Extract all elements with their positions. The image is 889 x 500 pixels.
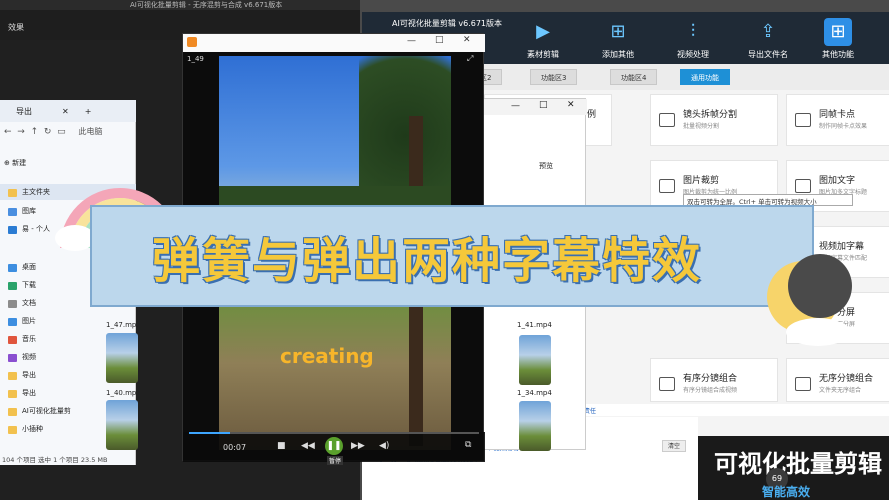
card-same-frame-beat[interactable]: 同帧卡点 制作同帧卡点效果	[786, 94, 889, 146]
minimize-icon[interactable]: —	[407, 36, 416, 46]
ordered-icon	[659, 377, 675, 391]
refresh-icon[interactable]: ↻	[44, 127, 52, 137]
player-titlebar: — □ ✕	[183, 34, 485, 52]
file-name: 1_47.mp4	[106, 321, 141, 329]
new-button[interactable]: ⊕ 新建	[4, 158, 26, 168]
video-filename: 1_49	[187, 55, 204, 63]
card-unordered-combine[interactable]: 无序分镜组合 文件夹无序组合	[786, 358, 889, 402]
moon-sticker	[767, 254, 852, 346]
address-bar[interactable]: 此电脑	[79, 127, 103, 136]
gallery-icon	[8, 208, 17, 216]
stop-icon[interactable]: ■	[277, 441, 286, 451]
download-icon	[8, 282, 17, 290]
apps-icon: ⊞	[824, 18, 852, 46]
close-icon[interactable]: ✕	[567, 100, 575, 110]
tab-area-4[interactable]: 功能区4	[610, 69, 658, 85]
pause-tooltip: 暂停	[327, 456, 344, 465]
fast-forward-icon[interactable]: ▶▶	[351, 441, 365, 451]
toolbar-other-functions-button[interactable]: ⊞ 其他功能	[807, 16, 869, 62]
toolbar-export-filename-button[interactable]: ⇪ 导出文件名	[737, 16, 799, 62]
explorer2-titlebar: — □ ✕	[481, 99, 587, 115]
text-image-icon	[795, 179, 811, 193]
close-icon[interactable]: ✕	[463, 35, 471, 45]
picture-icon	[8, 318, 17, 326]
plus-icon: ⊕	[4, 159, 10, 167]
pc-icon: ▭	[57, 127, 66, 137]
explorer-tab[interactable]: 导出 ✕ +	[0, 100, 136, 122]
file-thumbnail[interactable]	[519, 401, 551, 451]
film-icon: ▶	[536, 21, 550, 42]
forward-icon[interactable]: →	[17, 127, 25, 137]
maximize-icon[interactable]: □	[435, 35, 444, 45]
seek-bar[interactable]	[189, 432, 479, 434]
file-thumbnail[interactable]	[106, 333, 138, 383]
toolbar-add-other-button[interactable]: ⊞ 添加其他	[587, 16, 649, 62]
picture-in-picture-icon[interactable]: ⧉	[465, 440, 471, 450]
add-grid-icon: ⊞	[610, 21, 626, 42]
nav-buttons: ← → ↑ ↻ ▭ 此电脑	[4, 126, 103, 137]
back-icon[interactable]: ←	[4, 127, 12, 137]
tool-title: AI可视化批量剪辑 v6.671版本	[392, 19, 503, 28]
card-ordered-combine[interactable]: 有序分镜组合 有序分镜组合成视频	[650, 358, 778, 402]
toolbar-video-process-button[interactable]: ⫶ 视频处理	[662, 16, 724, 62]
fullscreen-icon[interactable]: ⤢	[467, 54, 473, 64]
export-icon: ⇪	[760, 21, 776, 42]
home-icon	[8, 189, 17, 197]
playback-time: 00:07	[223, 443, 247, 452]
add-tab-icon[interactable]: +	[85, 107, 92, 116]
file-thumbnail[interactable]	[519, 335, 551, 385]
player-app-icon	[187, 37, 197, 47]
tab-general[interactable]: 通用功能	[680, 69, 730, 85]
file-name: 1_41.mp4	[517, 321, 552, 329]
document-icon	[8, 300, 17, 308]
status-bar: 104 个项目 选中 1 个项目 23.5 MB	[2, 456, 108, 464]
up-icon[interactable]: ↑	[31, 127, 39, 137]
player-controls: 00:07 ■ ◀◀ ❚❚ 暂停 ▶▶ ◀) ⧉	[183, 432, 485, 465]
shuffle-icon	[795, 377, 811, 391]
folder-icon	[8, 408, 17, 416]
maximize-icon[interactable]: □	[539, 100, 548, 110]
folder-icon	[8, 390, 17, 398]
file-name: 1_40.mp4	[106, 389, 141, 397]
folder-icon	[8, 426, 17, 434]
file-thumbnail[interactable]	[106, 400, 138, 450]
seek-progress	[189, 432, 230, 434]
scissors-icon	[659, 113, 675, 127]
clear-log-button[interactable]: 清空	[662, 440, 686, 452]
rewind-icon[interactable]: ◀◀	[301, 441, 315, 451]
promo-subtitle: 智能高效	[762, 485, 811, 499]
desktop-icon	[8, 264, 17, 272]
frames-icon	[795, 113, 811, 127]
preview-button[interactable]: 预览	[539, 161, 553, 171]
minimize-icon[interactable]: —	[511, 101, 520, 111]
title-banner: 弹簧与弹出两种字幕特效	[90, 205, 814, 307]
cloud-icon	[8, 226, 17, 234]
pause-button[interactable]: ❚❚	[325, 437, 343, 455]
background-window-title: AI可视化批量剪辑 - 无序混剪与合成 v6.671版本	[0, 0, 360, 10]
banner-title: 弹簧与弹出两种字幕特效	[152, 233, 703, 289]
toolbar-material-edit-button[interactable]: ▶ 素材剪辑	[512, 16, 574, 62]
volume-icon[interactable]: ◀)	[379, 441, 389, 451]
crop-icon	[659, 179, 675, 193]
music-icon	[8, 336, 17, 344]
close-icon[interactable]: ✕	[62, 107, 69, 116]
folder-icon	[8, 372, 17, 380]
sliders-icon: ⫶	[690, 21, 696, 42]
subtitle-caption: creating	[280, 344, 374, 368]
card-shot-split[interactable]: 镜头拆帧分割 批量视频分割	[650, 94, 778, 146]
file-name: 1_34.mp4	[517, 389, 552, 397]
video-icon	[8, 354, 17, 362]
tab-area-3[interactable]: 功能区3	[530, 69, 578, 85]
